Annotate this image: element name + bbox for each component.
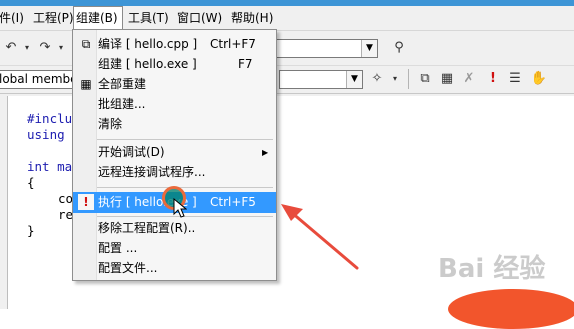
menu-help[interactable]: 帮助(H) [229,6,275,30]
go-icon[interactable]: ☰ [506,70,524,88]
menu-item-clean[interactable]: 清除 [73,114,276,135]
stop-build-icon[interactable]: ✗ [460,70,478,88]
corner-decoration [448,289,574,329]
annotation-arrow [281,204,359,270]
build-menu-dropdown: ⧉ 编译 [ hello.cpp ] Ctrl+F7 组建 [ hello.ex… [72,29,277,281]
menu-item-shortcut: Ctrl+F5 [210,195,256,209]
menu-item-label: 配置 ... [98,241,138,255]
menu-item-configurations[interactable]: 配置 ... [73,238,276,259]
menu-item-batch-build[interactable]: 批组建... [73,94,276,115]
wizard-wand-icon[interactable]: ✧ [368,70,386,88]
compile-icon[interactable]: ⧉ [416,70,434,88]
menu-item-shortcut: Ctrl+F7 [210,37,256,51]
execute-icon[interactable]: ! [484,70,502,88]
compile-icon: ⧉ [81,37,91,51]
menu-project[interactable]: 工程(P) [31,6,76,30]
menu-item-profile[interactable]: 配置文件... [73,258,276,279]
mouse-cursor-icon [173,198,187,218]
menu-item-rebuild-all[interactable]: ▦ 全部重建 [73,74,276,95]
menu-item-remote-debug[interactable]: 远程连接调试程序... [73,162,276,183]
menu-item-start-debug[interactable]: 开始调试(D) ▶ [73,142,276,163]
code-line-1: #inclu [27,111,73,126]
menu-separator [97,139,273,140]
menu-tools[interactable]: 工具(T) [126,6,171,30]
submenu-arrow-icon: ▶ [262,148,269,157]
breakpoint-hand-icon[interactable]: ✋ [530,70,548,88]
find-in-files-icon[interactable]: ⚲ [390,39,408,57]
menu-build[interactable]: 组建(B) [73,6,123,30]
menu-item-remove-config[interactable]: 移除工程配置(R).. [73,218,276,239]
code-line-2: using [27,127,65,142]
code-line-4-text: int ma [27,159,73,174]
toolbar-separator [408,69,409,89]
function-combo[interactable]: ▼ [279,70,363,89]
find-combo[interactable]: ▼ [276,39,378,58]
code-line-8: } [27,223,35,238]
code-line-6: co [58,191,74,206]
build-icon[interactable]: ▦ [438,70,456,88]
menu-file[interactable]: 件(I) [0,6,26,30]
code-line-7: re [58,207,74,222]
menu-item-label: 组建 [ hello.exe ] [98,57,197,71]
menu-item-label: 移除工程配置(R).. [98,221,196,235]
menu-item-label: 编译 [ hello.cpp ] [98,37,198,51]
execute-icon: ! [78,194,94,210]
chevron-down-icon[interactable]: ▼ [361,40,377,57]
undo-dropdown-icon[interactable]: ▾ [18,39,36,57]
menu-item-label: 全部重建 [98,77,147,91]
menu-window[interactable]: 窗口(W) [175,6,224,30]
menu-item-label: 清除 [98,117,123,131]
rebuild-all-icon: ▦ [80,77,92,91]
menu-item-compile[interactable]: ⧉ 编译 [ hello.cpp ] Ctrl+F7 [73,34,276,55]
wizard-dropdown-icon[interactable]: ▾ [386,70,404,88]
chevron-down-icon[interactable]: ▼ [346,71,362,88]
code-line-5: { [27,175,35,190]
menu-item-label: 远程连接调试程序... [98,165,206,179]
menu-separator [97,187,273,188]
code-line-4: int ma [27,159,72,175]
menu-item-label: 批组建... [98,97,146,111]
menu-item-build[interactable]: 组建 [ hello.exe ] F7 [73,54,276,75]
menu-item-label: 开始调试(D) [98,145,165,159]
menu-item-shortcut: F7 [238,57,253,71]
watermark: Bai 经验 [438,254,546,284]
menu-item-label: 配置文件... [98,261,158,275]
redo-dropdown-icon[interactable]: ▾ [52,39,70,57]
members-combo[interactable]: lobal members] [0,70,93,89]
